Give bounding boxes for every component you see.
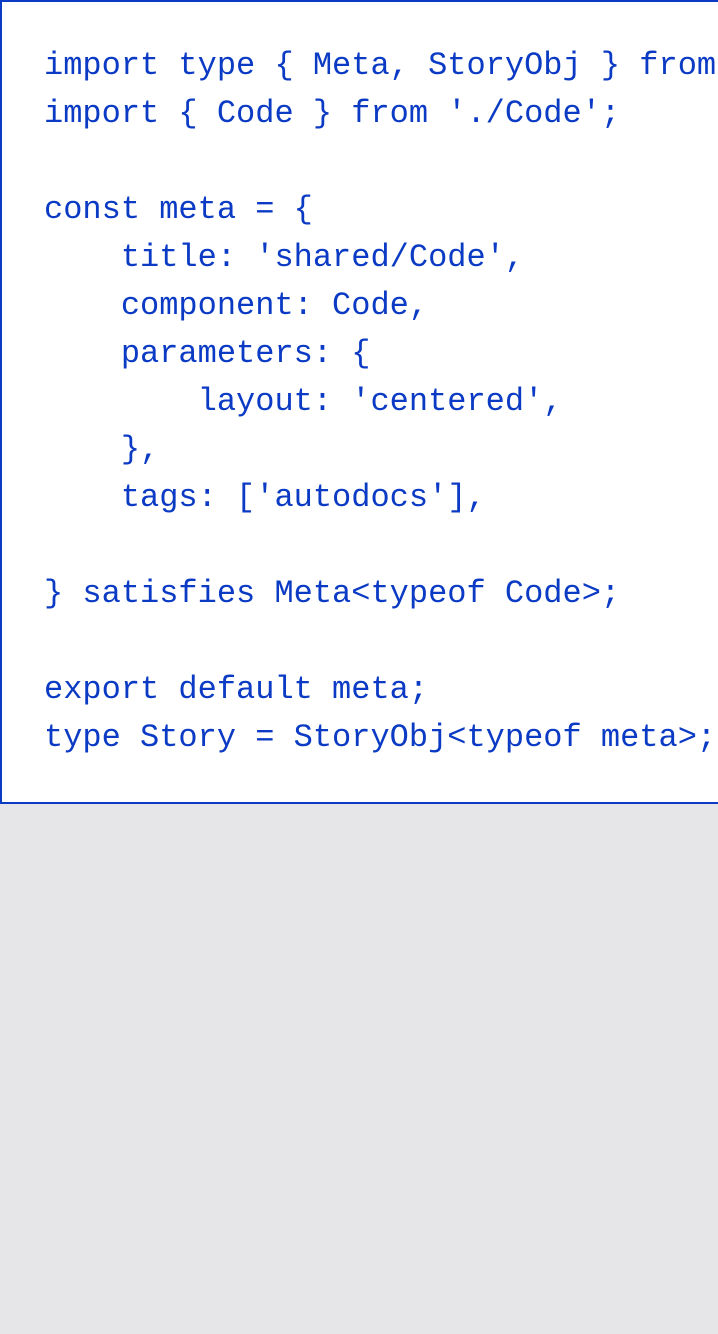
code-line-6: component: Code,: [44, 287, 429, 324]
code-line-5: title: 'shared/Code',: [44, 239, 525, 276]
code-block: import type { Meta, StoryObj } from '@st…: [44, 42, 718, 762]
code-line-14: export default meta;: [44, 671, 429, 708]
code-line-7: parameters: {: [44, 335, 371, 372]
empty-background-area: [0, 804, 718, 1334]
code-line-1: import type { Meta, StoryObj } from '@st…: [44, 47, 717, 84]
code-line-4: const meta = {: [44, 191, 313, 228]
code-line-15: type Story = StoryObj<typeof meta>;: [44, 719, 717, 756]
code-line-2: import { Code } from './Code';: [44, 95, 621, 132]
code-line-9: },: [44, 431, 160, 468]
code-line-8: layout: 'centered',: [44, 383, 563, 420]
code-line-12: } satisfies Meta<typeof Code>;: [44, 575, 621, 612]
code-snippet-panel: import type { Meta, StoryObj } from '@st…: [0, 0, 718, 804]
code-line-10: tags: ['autodocs'],: [44, 479, 486, 516]
